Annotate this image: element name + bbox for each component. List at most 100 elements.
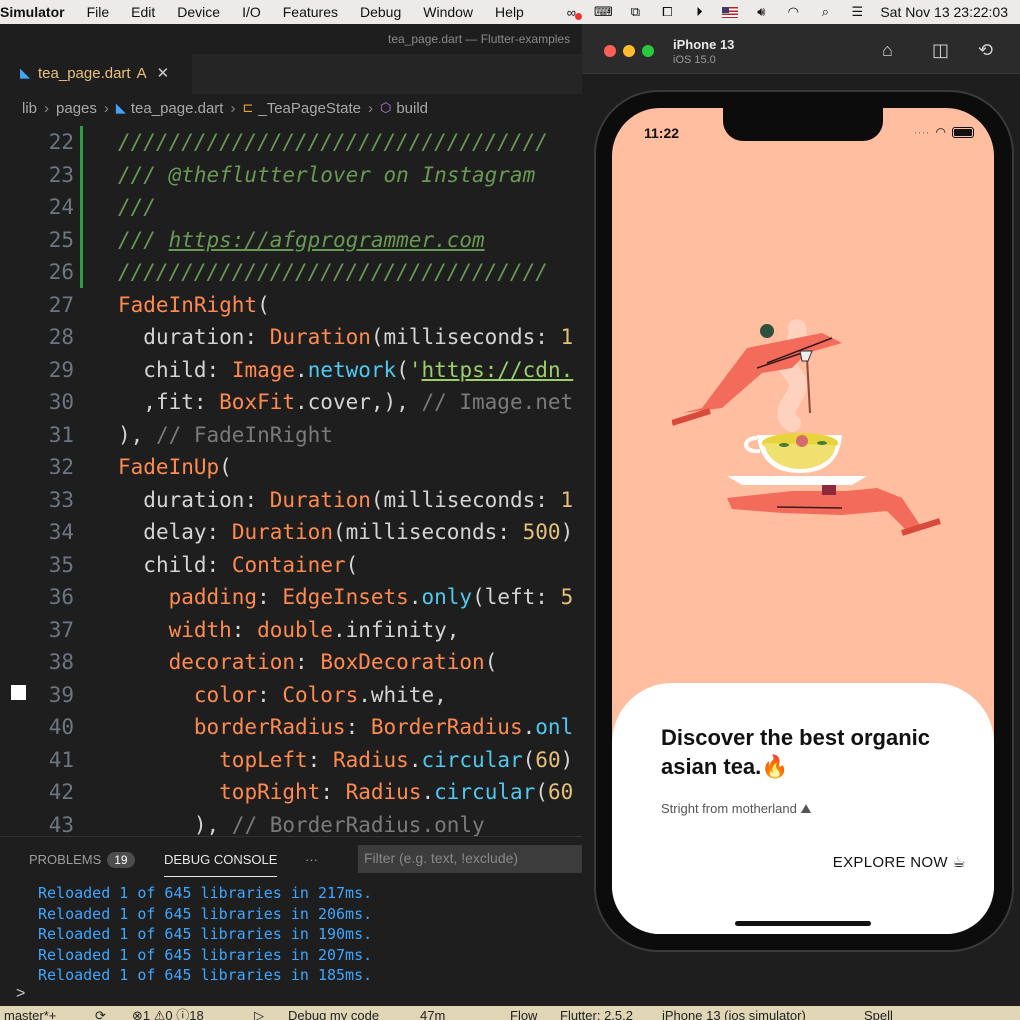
status-problems[interactable]: ⊗1 ⚠0 ⓘ18: [132, 1006, 204, 1020]
device-os: iOS 15.0: [673, 54, 716, 66]
code-line: /// https://afgprogrammer.com: [118, 227, 485, 252]
rotate-icon[interactable]: ⟲: [978, 40, 993, 61]
home-indicator[interactable]: [735, 921, 871, 926]
keyboard-icon[interactable]: ⌨: [594, 4, 613, 19]
screenshot-icon[interactable]: ◫: [932, 40, 949, 61]
line-number: 34: [48, 520, 74, 545]
wifi-icon[interactable]: ◠: [784, 4, 802, 19]
status-time[interactable]: 47m: [420, 1006, 445, 1020]
editor-tab-bar: ◣ tea_page.dart A ✕: [0, 54, 600, 94]
menu-clock[interactable]: Sat Nov 13 23:22:03: [880, 4, 1008, 20]
line-number: 26: [48, 260, 74, 285]
line-number: 30: [48, 390, 74, 415]
status-flutter[interactable]: Flutter: 2.5.2: [560, 1006, 633, 1020]
chevron-right-icon: ›: [230, 99, 236, 117]
phone-status-icons: ···· ◠: [914, 125, 974, 139]
line-number: 41: [48, 747, 74, 772]
app-menu-simulator[interactable]: Simulator: [0, 4, 65, 20]
breadcrumb-pages[interactable]: pages: [56, 100, 97, 117]
code-line: borderRadius: BorderRadius.onl: [193, 715, 574, 740]
code-line: width: double.infinity,: [168, 617, 460, 642]
status-spell[interactable]: Spell: [864, 1006, 893, 1020]
search-icon[interactable]: ⌕: [816, 4, 834, 19]
menu-help[interactable]: Help: [495, 4, 524, 20]
line-number: 32: [48, 455, 74, 480]
tab-problems[interactable]: PROBLEMS 19: [29, 852, 135, 868]
creative-cloud-icon[interactable]: ∞: [562, 5, 583, 20]
breadcrumb-class[interactable]: _TeaPageState: [258, 100, 361, 117]
tab-tea-page[interactable]: ◣ tea_page.dart A ✕: [0, 54, 192, 94]
code-line: FadeInUp(: [118, 455, 232, 480]
status-debug[interactable]: Debug my code: [288, 1006, 379, 1020]
sync-icon[interactable]: ⟳: [95, 1006, 106, 1020]
phone-clock: 11:22: [644, 125, 680, 141]
code-line: child: Image.network('https://cdn.: [143, 357, 574, 382]
breadcrumb-file[interactable]: tea_page.dart: [131, 100, 224, 117]
console-prompt[interactable]: >: [16, 985, 25, 1003]
code-line: topLeft: Radius.circular(60): [219, 747, 574, 772]
code-editor[interactable]: 22 ////////////////////////////////// 23 /…: [0, 126, 592, 836]
code-line: //////////////////////////////////: [118, 130, 548, 155]
signal-icon: ····: [913, 125, 930, 139]
line-number: 23: [48, 162, 74, 187]
class-symbol-icon: ⊏: [242, 100, 254, 115]
tab-git-status: A: [136, 64, 147, 82]
menu-io[interactable]: I/O: [242, 4, 261, 20]
more-actions-icon[interactable]: ···: [305, 852, 318, 867]
minimize-window-button[interactable]: [623, 45, 635, 57]
code-line: padding: EdgeInsets.only(left: 5: [168, 585, 574, 610]
card-title: Discover the best organic asian tea.🔥: [661, 725, 930, 779]
screen-share-icon[interactable]: ⧠: [658, 4, 676, 19]
code-line: decoration: BoxDecoration(: [168, 650, 498, 675]
dart-file-icon: ◣: [115, 100, 126, 115]
breadcrumb-lib[interactable]: lib: [22, 100, 37, 117]
code-line: //////////////////////////////////: [118, 260, 548, 285]
console-line: Reloaded 1 of 645 libraries in 217ms.: [38, 884, 373, 902]
menu-window[interactable]: Window: [423, 4, 473, 20]
method-symbol-icon: ⬡: [379, 100, 392, 115]
breakpoint-checkbox[interactable]: [11, 685, 26, 700]
console-line: Reloaded 1 of 645 libraries in 206ms.: [38, 904, 373, 923]
code-line: duration: Duration(milliseconds: 1: [143, 325, 574, 350]
device-name: iPhone 13: [673, 37, 735, 52]
tab-debug-console[interactable]: DEBUG CONSOLE: [164, 852, 278, 877]
control-center-icon[interactable]: ☰: [848, 4, 866, 19]
bottom-panel: PROBLEMS 19 DEBUG CONSOLE ··· Filter (e.g…: [0, 836, 600, 1006]
status-flow[interactable]: Flow: [510, 1006, 537, 1020]
status-device[interactable]: iPhone 13 (ios simulator): [662, 1006, 806, 1020]
menu-features[interactable]: Features: [283, 4, 338, 20]
status-bar: master*+ ⟳ ⊗1 ⚠0 ⓘ18 ▷ Debug my code 47m…: [0, 1006, 1020, 1020]
code-line: color: Colors.white,: [193, 682, 447, 707]
close-icon[interactable]: ✕: [157, 64, 170, 82]
us-flag-input-icon[interactable]: [722, 6, 739, 18]
card-subtitle: Stright from motherland ⛰: [661, 801, 812, 816]
code-line: /// @theflutterlover on Instagram: [118, 162, 536, 187]
play-circle-icon[interactable]: ⏵: [690, 4, 708, 19]
macos-menu-bar: Simulator File Edit Device I/O Features …: [0, 0, 1020, 24]
close-window-button[interactable]: [604, 45, 616, 57]
menu-file[interactable]: File: [87, 4, 110, 20]
breadcrumb-method[interactable]: build: [396, 100, 428, 117]
network-tree-icon[interactable]: ⧉: [626, 4, 644, 19]
console-line: Reloaded 1 of 645 libraries in 190ms.: [38, 925, 373, 944]
menu-device[interactable]: Device: [177, 4, 220, 20]
line-number: 38: [48, 650, 74, 675]
iphone-notch: [723, 108, 883, 141]
status-branch[interactable]: master*+: [4, 1006, 56, 1020]
menu-edit[interactable]: Edit: [131, 4, 155, 20]
zoom-window-button[interactable]: [642, 45, 654, 57]
iphone-screen[interactable]: 11:22 ···· ◠ Discover the best organic a…: [612, 108, 994, 934]
line-number: 43: [48, 812, 74, 836]
home-icon[interactable]: ⌂: [882, 40, 893, 61]
tea-illustration: [672, 319, 941, 536]
code-line: ,fit: BoxFit.cover,), // Image.net: [143, 390, 574, 415]
code-line: ), // FadeInRight: [118, 422, 333, 447]
console-filter-input[interactable]: Filter (e.g. text, !exclude): [358, 845, 590, 873]
menu-debug[interactable]: Debug: [360, 4, 401, 20]
line-number: 35: [48, 552, 74, 577]
code-line: child: Container(: [143, 552, 359, 577]
line-number: 25: [48, 227, 74, 252]
explore-now-button[interactable]: EXPLORE NOW ☕: [833, 853, 966, 871]
line-number: 22: [48, 130, 74, 155]
volume-icon[interactable]: 🔊︎: [752, 4, 770, 19]
